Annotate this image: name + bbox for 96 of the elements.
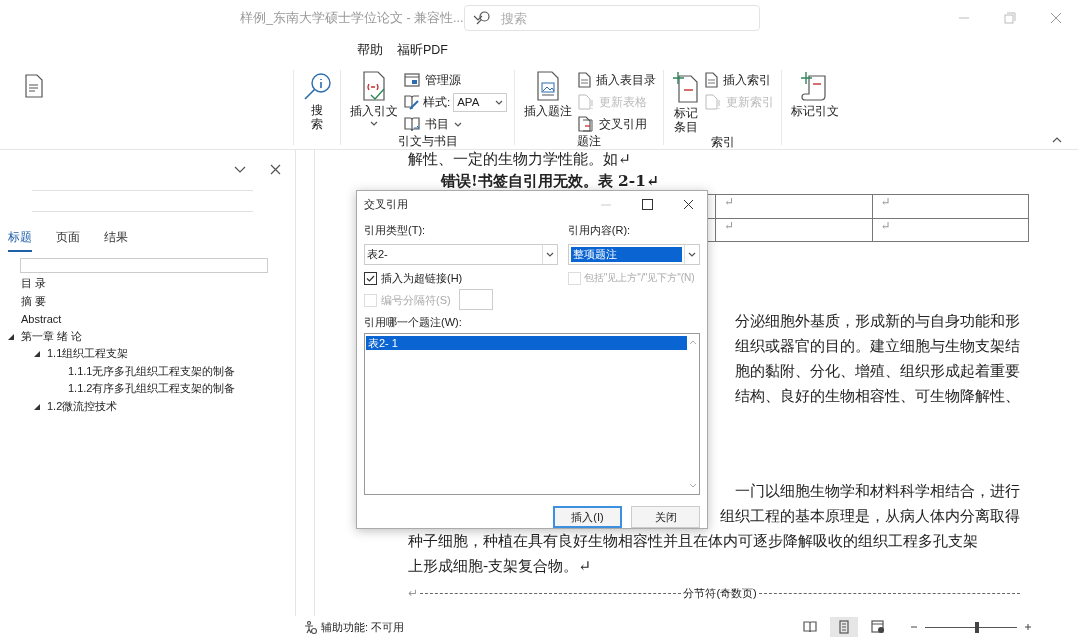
nav-tab[interactable]: 页面 bbox=[56, 230, 80, 252]
search-field[interactable] bbox=[32, 190, 253, 212]
ribbon-button[interactable]: 管理源 bbox=[404, 72, 461, 88]
zoom-out-icon[interactable] bbox=[910, 623, 918, 631]
ribbon-button[interactable]: 交叉引用 bbox=[578, 116, 648, 132]
body-text: 解性、一定的生物力学性能。如↵ bbox=[408, 150, 632, 169]
chevron-down-icon[interactable] bbox=[473, 15, 484, 21]
search-field[interactable]: 搜索 bbox=[464, 5, 760, 31]
maximize-icon[interactable] bbox=[642, 199, 653, 211]
checkbox[interactable]: 插入为超链接(H) bbox=[364, 270, 463, 287]
expanded-triangle-icon[interactable] bbox=[34, 402, 41, 410]
page-minus-icon bbox=[578, 116, 595, 132]
heading-item[interactable]: 1.1.1无序多孔组织工程支架的制备 bbox=[68, 363, 236, 379]
field-label: 引用哪一个题注(W): bbox=[364, 315, 463, 331]
search-icon bbox=[302, 72, 332, 102]
ribbon-button[interactable]: 标记引文 bbox=[789, 68, 842, 133]
body-text: 胞的黏附、分化、增殖、组织形成起着重要 bbox=[735, 362, 1020, 380]
slider-thumb[interactable] bbox=[974, 621, 979, 633]
chevron-down-icon[interactable] bbox=[234, 165, 246, 173]
caret-icon bbox=[370, 121, 378, 127]
caret-icon bbox=[545, 252, 554, 258]
paragraph-mark: ↵ bbox=[724, 219, 735, 233]
page-icon bbox=[705, 72, 719, 88]
body-text: 种子细胞，种植在具有良好生物相容性并且在体内可逐步降解吸收的组织工程多孔支架 bbox=[408, 531, 979, 552]
zoom-in-icon[interactable] bbox=[1024, 623, 1032, 631]
field-label: 引用类型(T): bbox=[364, 223, 427, 239]
caret-icon bbox=[688, 252, 696, 258]
section-break-label: 分节符(奇数页) bbox=[683, 586, 757, 601]
read-mode-icon[interactable] bbox=[803, 620, 817, 634]
menu-tab[interactable]: 帮助 bbox=[357, 41, 383, 59]
close-icon[interactable] bbox=[270, 163, 281, 175]
close-icon[interactable] bbox=[683, 199, 694, 211]
citation-icon bbox=[361, 71, 387, 101]
web-layout-icon[interactable] bbox=[871, 620, 885, 634]
page-plus-icon bbox=[673, 71, 700, 103]
ribbon-button[interactable]: 插入索引 bbox=[705, 72, 772, 88]
book-icon bbox=[404, 116, 420, 132]
ribbon-button[interactable]: 标记条目 bbox=[671, 68, 702, 135]
caret-icon bbox=[454, 121, 462, 127]
page-exclamation-icon bbox=[705, 94, 722, 110]
body-text: 分泌细胞外基质，形成新的与自身功能和形 bbox=[735, 312, 1020, 330]
filter-field[interactable] bbox=[20, 258, 268, 273]
nav-tab[interactable]: 结果 bbox=[104, 230, 128, 252]
dialog-button[interactable]: 关闭 bbox=[631, 506, 700, 528]
caption-list[interactable]: 表2- 1 bbox=[364, 333, 700, 495]
reference-type-dropdown[interactable]: 表2- bbox=[364, 244, 558, 266]
paragraph-mark: ↵ bbox=[880, 195, 891, 209]
window-icon bbox=[404, 73, 420, 87]
style-dropdown[interactable]: APA bbox=[453, 92, 508, 112]
body-text: 组织或器官的目的。建立细胞与生物支架结 bbox=[735, 337, 1020, 355]
body-text: 一门以细胞生物学和材料科学相结合，进行 bbox=[735, 482, 1020, 500]
book-brush-icon[interactable] bbox=[404, 94, 420, 110]
collapse-ribbon-icon[interactable] bbox=[1052, 137, 1062, 143]
separator-field[interactable] bbox=[458, 289, 493, 311]
heading-item[interactable]: 1.1组织工程支架 bbox=[47, 346, 129, 362]
accessibility-icon[interactable] bbox=[304, 620, 317, 634]
heading-item[interactable]: 1.1.2有序多孔组织工程支架的制备 bbox=[68, 381, 236, 397]
paragraph-mark: ↵ bbox=[880, 219, 891, 233]
search-button[interactable]: 搜索 bbox=[297, 68, 337, 149]
heading-item[interactable]: 摘 要 bbox=[21, 293, 47, 309]
print-layout-icon[interactable] bbox=[837, 620, 851, 634]
body-text: 组织工程的基本原理是，从病人体内分离取得 bbox=[720, 507, 1020, 525]
heading-item[interactable]: Abstract bbox=[21, 312, 62, 325]
ribbon-button[interactable]: 书目 bbox=[404, 116, 462, 132]
ribbon-button[interactable]: 插入引文 bbox=[348, 68, 400, 134]
field-label: 引用内容(R): bbox=[567, 223, 632, 239]
picture-page-icon bbox=[536, 71, 561, 101]
list-item[interactable]: 表2- 1 bbox=[366, 336, 687, 351]
heading-item[interactable]: 1.2微流控技术 bbox=[47, 398, 118, 414]
dialog-button[interactable]: 插入(I) bbox=[553, 506, 622, 528]
body-text: 上形成细胞-支架复合物。↵ bbox=[408, 556, 593, 577]
body-text: 结构、良好的生物相容性、可生物降解性、 bbox=[735, 387, 1020, 405]
expanded-triangle-icon[interactable] bbox=[34, 350, 41, 358]
accessibility-status[interactable]: 辅助功能: 不可用 bbox=[321, 619, 405, 635]
nav-tab[interactable]: 标题 bbox=[8, 230, 32, 252]
page-icon bbox=[578, 72, 592, 88]
group-label: 索引 bbox=[710, 135, 735, 148]
dialog-title: 交叉引用 bbox=[364, 197, 408, 213]
ribbon-button[interactable]: 插入表目录 bbox=[578, 72, 657, 88]
page-exclamation-icon bbox=[578, 94, 595, 110]
reference-content-dropdown[interactable]: 整项题注 bbox=[567, 244, 700, 266]
caret-icon bbox=[495, 99, 504, 105]
ribbon-button[interactable]: 插入题注 bbox=[522, 68, 575, 134]
paragraph-mark: ↵ bbox=[408, 585, 419, 602]
style-label: 样式: bbox=[423, 94, 451, 110]
group-label: 引文与书目 bbox=[397, 135, 458, 147]
heading-item[interactable]: 目 录 bbox=[21, 276, 47, 292]
expanded-triangle-icon[interactable] bbox=[8, 332, 15, 340]
window-title: 样例_东南大学硕士学位论文 - 兼容性... bbox=[240, 9, 464, 27]
search-icon bbox=[476, 11, 490, 25]
group-label: 题注 bbox=[577, 135, 602, 147]
heading-item[interactable]: 第一章 绪 论 bbox=[21, 328, 83, 344]
menu-tab[interactable]: 福昕PDF bbox=[397, 41, 448, 59]
caption-text: 错误!书签自引用无效。表 2-1↵ bbox=[439, 171, 660, 192]
paragraph-mark: ↵ bbox=[724, 195, 735, 209]
document-icon[interactable] bbox=[24, 74, 44, 98]
